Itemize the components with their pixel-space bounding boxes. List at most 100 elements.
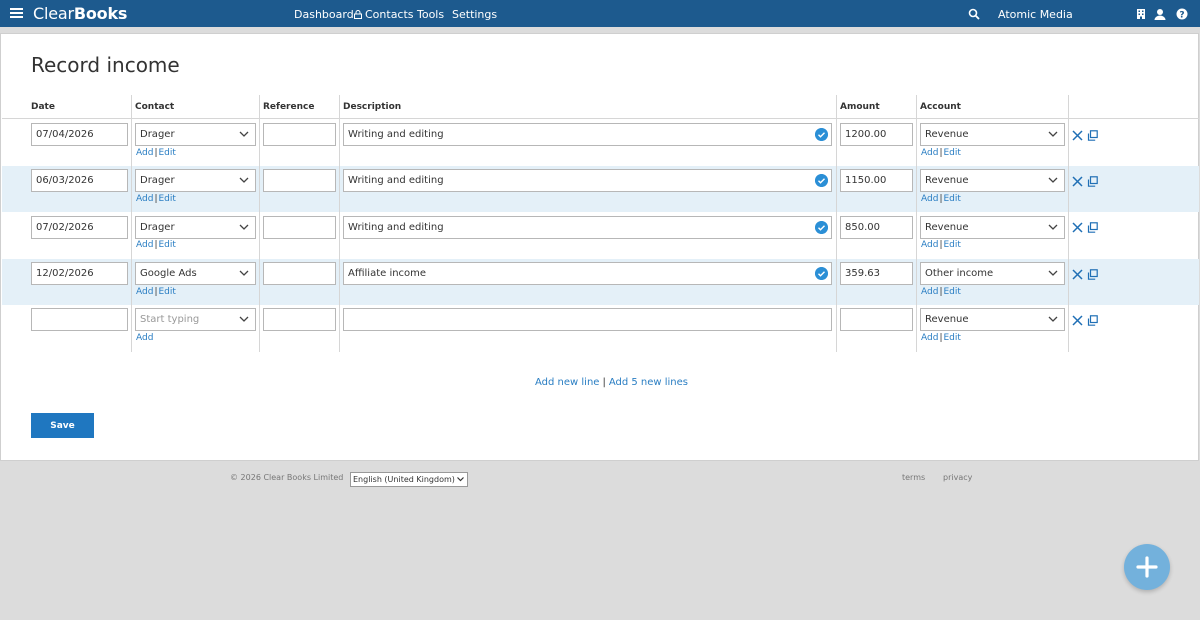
contact-select[interactable]: Drager: [135, 123, 256, 146]
add-account-link[interactable]: Add: [921, 287, 938, 297]
nav-contacts[interactable]: Contacts: [354, 8, 414, 21]
chevron-down-icon: [239, 177, 249, 183]
building-icon[interactable]: [1135, 8, 1147, 20]
add-account-link[interactable]: Add: [921, 240, 938, 250]
contact-select[interactable]: Drager: [135, 169, 256, 192]
amount-input[interactable]: 1200.00: [840, 123, 913, 146]
description-input[interactable]: [343, 308, 832, 331]
duplicate-row-icon[interactable]: [1087, 222, 1098, 233]
duplicate-row-icon[interactable]: [1087, 269, 1098, 280]
user-icon[interactable]: [1154, 8, 1166, 20]
date-input[interactable]: 06/03/2026: [31, 169, 128, 192]
account-select[interactable]: Revenue: [920, 308, 1065, 331]
add-contact-link[interactable]: Add: [136, 240, 153, 250]
reference-input[interactable]: [263, 216, 336, 239]
edit-contact-link[interactable]: Edit: [158, 240, 175, 250]
column-header-date: Date: [31, 102, 55, 112]
account-select[interactable]: Revenue: [920, 216, 1065, 239]
hamburger-menu-icon[interactable]: [10, 6, 23, 20]
account-select[interactable]: Revenue: [920, 123, 1065, 146]
edit-account-link[interactable]: Edit: [943, 194, 960, 204]
date-input[interactable]: [31, 308, 128, 331]
column-header-description: Description: [343, 102, 402, 112]
date-input[interactable]: 07/04/2026: [31, 123, 128, 146]
account-links: Add|Edit: [921, 148, 961, 158]
edit-account-link[interactable]: Edit: [943, 333, 960, 343]
add-contact-link[interactable]: Add: [136, 148, 153, 158]
nav-settings[interactable]: Settings: [452, 8, 497, 21]
delete-row-icon[interactable]: [1072, 222, 1083, 233]
description-input[interactable]: Affiliate income: [343, 262, 832, 285]
chevron-down-icon: [1048, 316, 1058, 322]
duplicate-row-icon[interactable]: [1087, 315, 1098, 326]
amount-input[interactable]: 850.00: [840, 216, 913, 239]
chevron-down-icon: [239, 131, 249, 137]
amount-input[interactable]: 1150.00: [840, 169, 913, 192]
date-input[interactable]: 12/02/2026: [31, 262, 128, 285]
description-value: Writing and editing: [348, 175, 444, 186]
svg-text:?: ?: [1179, 10, 1184, 20]
description-input[interactable]: Writing and editing: [343, 123, 832, 146]
save-button[interactable]: Save: [31, 413, 94, 438]
duplicate-row-icon[interactable]: [1087, 176, 1098, 187]
account-select[interactable]: Revenue: [920, 169, 1065, 192]
amount-input[interactable]: 359.63: [840, 262, 913, 285]
delete-row-icon[interactable]: [1072, 130, 1083, 141]
language-select[interactable]: English (United Kingdom): [350, 472, 468, 487]
reference-input[interactable]: [263, 123, 336, 146]
description-input[interactable]: Writing and editing: [343, 169, 832, 192]
column-header-contact: Contact: [135, 102, 175, 112]
language-value: English (United Kingdom): [353, 475, 455, 484]
contact-value: Google Ads: [140, 268, 197, 279]
column-header-account: Account: [920, 102, 961, 112]
chevron-down-icon: [239, 316, 249, 322]
edit-account-link[interactable]: Edit: [943, 287, 960, 297]
delete-row-icon[interactable]: [1072, 315, 1083, 326]
add-new-line-link[interactable]: Add new line: [535, 377, 599, 388]
add-account-link[interactable]: Add: [921, 148, 938, 158]
edit-account-link[interactable]: Edit: [943, 240, 960, 250]
description-input[interactable]: Writing and editing: [343, 216, 832, 239]
add-contact-link[interactable]: Add: [136, 287, 153, 297]
nav-tools[interactable]: Tools: [417, 8, 444, 21]
edit-contact-link[interactable]: Edit: [158, 148, 175, 158]
column-divider: [1068, 95, 1069, 352]
logo-text-clear: Clear: [33, 4, 74, 23]
contact-select[interactable]: Drager: [135, 216, 256, 239]
reference-input[interactable]: [263, 169, 336, 192]
delete-row-icon[interactable]: [1072, 269, 1083, 280]
search-icon[interactable]: [968, 8, 980, 20]
checkmark-icon: [815, 128, 828, 141]
add-contact-link[interactable]: Add: [136, 333, 153, 343]
edit-contact-link[interactable]: Edit: [158, 194, 175, 204]
contact-links: Add|Edit: [136, 148, 176, 158]
reference-input[interactable]: [263, 308, 336, 331]
add-account-link[interactable]: Add: [921, 333, 938, 343]
add-account-link[interactable]: Add: [921, 194, 938, 204]
add-5-new-lines-link[interactable]: Add 5 new lines: [609, 377, 688, 388]
quick-add-button[interactable]: [1124, 544, 1170, 590]
plus-icon: [1136, 556, 1158, 578]
duplicate-row-icon[interactable]: [1087, 130, 1098, 141]
edit-account-link[interactable]: Edit: [943, 148, 960, 158]
terms-link[interactable]: terms: [902, 473, 925, 482]
nav-dashboard[interactable]: Dashboard: [294, 8, 354, 21]
description-value: Affiliate income: [348, 268, 427, 279]
company-name[interactable]: Atomic Media: [998, 8, 1073, 21]
date-input[interactable]: 07/02/2026: [31, 216, 128, 239]
add-contact-link[interactable]: Add: [136, 194, 153, 204]
account-select[interactable]: Other income: [920, 262, 1065, 285]
help-icon[interactable]: ?: [1176, 8, 1188, 20]
privacy-link[interactable]: privacy: [943, 473, 972, 482]
contact-select[interactable]: Google Ads: [135, 262, 256, 285]
clearbooks-logo[interactable]: ClearBooks: [33, 4, 127, 23]
account-value: Revenue: [925, 129, 969, 140]
contact-value: Drager: [140, 175, 175, 186]
column-header-reference: Reference: [263, 102, 315, 112]
edit-contact-link[interactable]: Edit: [158, 287, 175, 297]
amount-input[interactable]: [840, 308, 913, 331]
reference-input[interactable]: [263, 262, 336, 285]
delete-row-icon[interactable]: [1072, 176, 1083, 187]
account-value: Revenue: [925, 175, 969, 186]
contact-select[interactable]: Start typing: [135, 308, 256, 331]
